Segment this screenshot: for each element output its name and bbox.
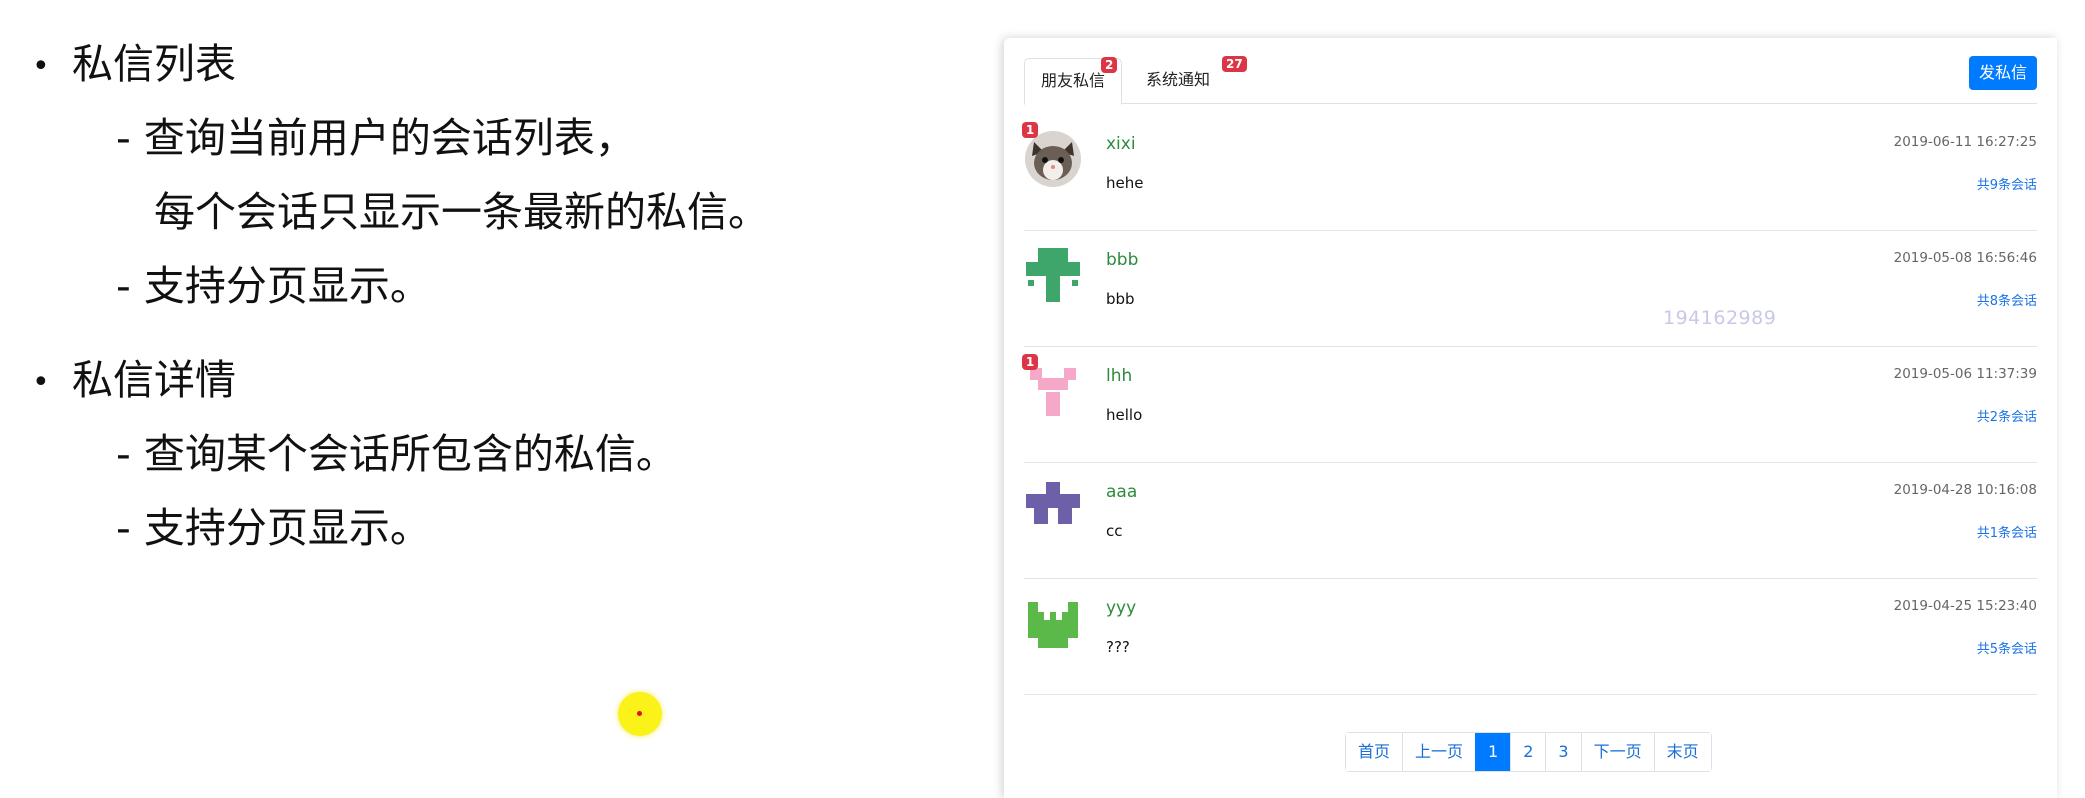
page-2[interactable]: 2	[1510, 733, 1546, 771]
latest-message[interactable]: hehe	[1106, 174, 1143, 192]
tab-label: 朋友私信	[1041, 71, 1106, 90]
sub-bullet: - 支持分页显示。	[116, 504, 431, 552]
page-next[interactable]: 下一页	[1580, 733, 1654, 771]
latest-message[interactable]: hello	[1106, 406, 1142, 424]
conversation-count-link[interactable]: 共8条会话	[1977, 290, 2037, 309]
tab-system-notifications[interactable]: 系统通知 27	[1130, 56, 1247, 102]
sub-bullet: - 支持分页显示。	[116, 262, 431, 310]
sub-bullet-continuation: 每个会话只显示一条最新的私信。	[154, 188, 769, 236]
conversation-item[interactable]: 1 xixi hehe 2019-06-11 16:27:25 共9条会话	[1022, 114, 2037, 231]
messages-panel: 朋友私信 2 系统通知 27 发私信 1 xixi hehe 2019-06-1…	[1004, 38, 2057, 798]
unread-badge: 1	[1022, 122, 1038, 138]
latest-message[interactable]: bbb	[1106, 290, 1135, 308]
conversation-count-link[interactable]: 共1条会话	[1977, 522, 2037, 541]
latest-message[interactable]: ???	[1106, 638, 1130, 656]
username-link[interactable]: bbb	[1106, 250, 1138, 270]
unread-badge: 2	[1101, 57, 1118, 73]
username-link[interactable]: aaa	[1106, 482, 1137, 502]
sub-bullet: - 查询某个会话所包含的私信。	[116, 430, 677, 478]
timestamp: 2019-06-11 16:27:25	[1893, 134, 2037, 150]
tab-friend-messages[interactable]: 朋友私信 2	[1024, 57, 1123, 105]
timestamp: 2019-05-06 11:37:39	[1893, 366, 2037, 382]
bullet-title: 私信详情	[72, 356, 236, 404]
latest-message[interactable]: cc	[1106, 522, 1123, 540]
bullet-title: 私信列表	[72, 40, 236, 88]
timestamp: 2019-04-25 15:23:40	[1893, 598, 2037, 614]
tab-bar: 朋友私信 2 系统通知 27 发私信	[1024, 56, 2037, 105]
bullet-private-message-detail: • 私信详情	[32, 352, 236, 411]
laser-pointer	[618, 692, 662, 736]
avatar[interactable]	[1024, 594, 1082, 652]
conversation-item[interactable]: aaa cc 2019-04-28 10:16:08 共1条会话	[1024, 462, 2037, 579]
conversation-count-link[interactable]: 共9条会话	[1977, 174, 2037, 193]
unread-badge: 27	[1222, 56, 1247, 72]
page-first[interactable]: 首页	[1346, 733, 1403, 771]
page-3[interactable]: 3	[1545, 733, 1581, 771]
avatar[interactable]	[1024, 130, 1082, 188]
conversation-item[interactable]: 1 lhh hello 2019-05-06 11:37:39 共2条会话	[1022, 346, 2037, 463]
bullet-dot: •	[32, 365, 50, 400]
watermark: 194162989	[1663, 307, 1777, 329]
conversation-item[interactable]: yyy ??? 2019-04-25 15:23:40 共5条会话	[1024, 578, 2037, 695]
avatar[interactable]	[1024, 478, 1082, 536]
sub-bullet: - 查询当前用户的会话列表，	[116, 114, 636, 162]
username-link[interactable]: xixi	[1106, 134, 1136, 154]
conversation-item[interactable]: bbb bbb 2019-05-08 16:56:46 共8条会话	[1024, 230, 2037, 347]
username-link[interactable]: lhh	[1106, 366, 1132, 386]
tab-label: 系统通知	[1146, 70, 1211, 89]
slide-content: • 私信列表 - 查询当前用户的会话列表， 每个会话只显示一条最新的私信。 - 支…	[0, 0, 980, 778]
page-1[interactable]: 1	[1475, 733, 1511, 771]
conversation-count-link[interactable]: 共5条会话	[1977, 638, 2037, 657]
conversation-count-link[interactable]: 共2条会话	[1977, 406, 2037, 425]
avatar[interactable]	[1024, 362, 1082, 420]
unread-badge: 1	[1022, 354, 1038, 370]
send-message-button[interactable]: 发私信	[1968, 56, 2037, 90]
bullet-dot: •	[32, 49, 50, 84]
bullet-private-message-list: • 私信列表	[32, 36, 236, 95]
page-last[interactable]: 末页	[1653, 733, 1711, 771]
avatar[interactable]	[1024, 246, 1082, 304]
page-prev[interactable]: 上一页	[1402, 733, 1476, 771]
username-link[interactable]: yyy	[1106, 598, 1136, 618]
pagination: 首页 上一页 1 2 3 下一页 末页	[1345, 732, 1712, 772]
timestamp: 2019-04-28 10:16:08	[1893, 482, 2037, 498]
timestamp: 2019-05-08 16:56:46	[1893, 250, 2037, 266]
